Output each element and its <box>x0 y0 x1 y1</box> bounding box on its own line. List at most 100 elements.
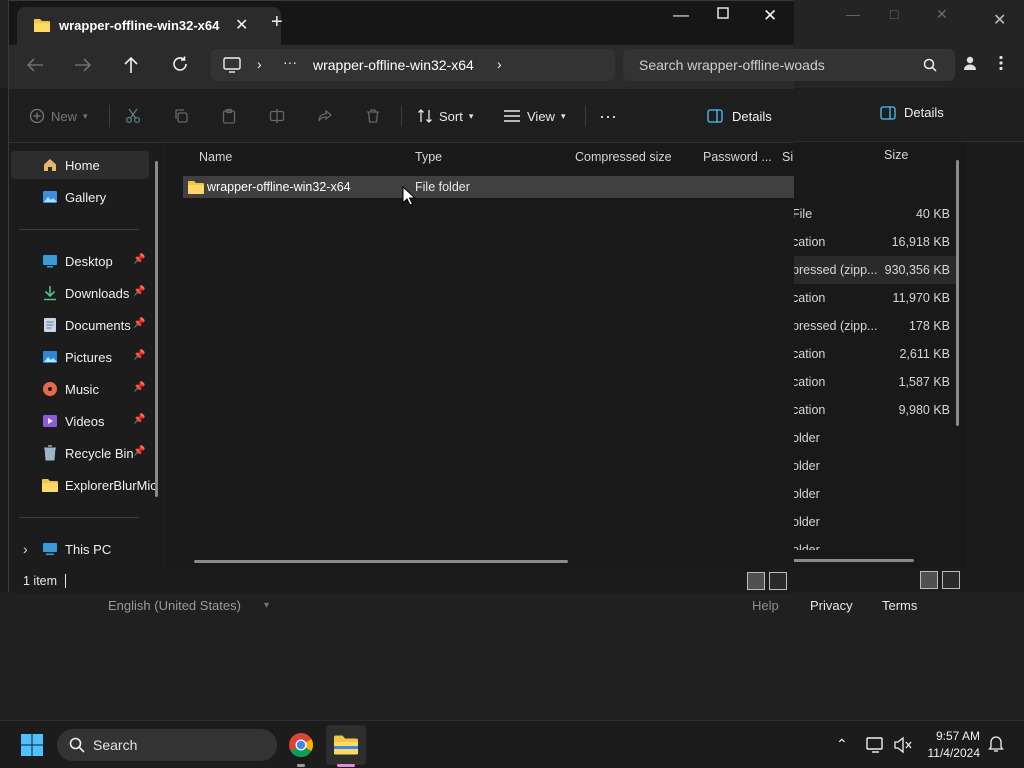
monitor-icon[interactable] <box>223 57 241 73</box>
volume-muted-icon[interactable] <box>893 736 913 754</box>
close-icon[interactable]: ✕ <box>936 6 948 23</box>
column-header-name[interactable]: Name <box>199 150 232 164</box>
taskbar-search-box[interactable]: Search <box>57 729 277 761</box>
table-row[interactable]: pressed (zipp... 178 KB <box>792 312 958 340</box>
table-row[interactable]: older <box>792 452 958 480</box>
sidebar-item-home[interactable]: Home <box>11 151 149 179</box>
table-row[interactable]: cation 16,918 KB <box>792 228 958 256</box>
sidebar-item-pictures[interactable]: Pictures 📌 <box>11 343 149 371</box>
column-header-password[interactable]: Password ... <box>703 150 772 164</box>
delete-icon[interactable] <box>365 89 381 143</box>
navigation-pane-scrollbar[interactable] <box>155 161 158 497</box>
breadcrumb-overflow[interactable]: ··· <box>283 54 297 70</box>
table-row[interactable]: cation 1,587 KB <box>792 368 958 396</box>
table-row[interactable]: cation 2,611 KB <box>792 340 958 368</box>
column-header-size[interactable]: Size <box>884 148 908 162</box>
account-icon[interactable] <box>962 55 978 71</box>
sidebar-item-recycle-bin[interactable]: Recycle Bin 📌 <box>11 439 149 467</box>
sidebar-item-documents[interactable]: Documents 📌 <box>11 311 149 339</box>
tiles-view-button[interactable] <box>942 571 960 589</box>
cut-icon[interactable] <box>125 89 141 143</box>
horizontal-scrollbar[interactable] <box>792 559 914 562</box>
column-header-compressed-size[interactable]: Compressed size <box>575 150 672 164</box>
rename-icon[interactable] <box>269 89 285 143</box>
app-running-indicator <box>297 764 305 767</box>
refresh-icon[interactable] <box>171 55 189 73</box>
notification-bell-icon[interactable] <box>988 735 1004 753</box>
copy-icon[interactable] <box>173 89 189 143</box>
table-row[interactable]: older <box>792 536 958 550</box>
paste-icon[interactable] <box>221 89 237 143</box>
search-box[interactable]: Search wrapper-offline-woads <box>623 49 955 81</box>
chrome-icon[interactable] <box>288 732 314 758</box>
sidebar-item-downloads[interactable]: Downloads 📌 <box>11 279 149 307</box>
pin-icon[interactable]: 📌 <box>133 254 145 265</box>
table-row[interactable]: older <box>792 480 958 508</box>
pin-icon[interactable]: 📌 <box>133 446 145 457</box>
tiles-view-button[interactable] <box>769 572 787 590</box>
breadcrumb-chevron-icon[interactable]: › <box>257 56 262 72</box>
tab-wrapper-offline[interactable]: wrapper-offline-win32-x64 ✕ <box>17 7 281 45</box>
horizontal-scrollbar[interactable] <box>194 560 568 563</box>
sidebar-item-music[interactable]: Music 📌 <box>11 375 149 403</box>
minimize-icon[interactable]: — <box>673 7 689 25</box>
chevron-right-icon[interactable]: › <box>23 541 28 557</box>
help-link[interactable]: Help <box>752 598 779 613</box>
chevron-up-icon[interactable]: ⌃ <box>836 736 848 753</box>
privacy-link[interactable]: Privacy <box>810 598 853 613</box>
clock-date[interactable]: 11/4/2024 <box>920 746 981 760</box>
sidebar-item-videos[interactable]: Videos 📌 <box>11 407 149 435</box>
clock-time[interactable]: 9:57 AM <box>928 729 980 743</box>
breadcrumb-current-folder[interactable]: wrapper-offline-win32-x64 <box>313 57 474 73</box>
back-arrow-icon[interactable] <box>25 56 45 74</box>
table-row[interactable]: File 40 KB <box>792 200 958 228</box>
sidebar-item-this-pc[interactable]: › This PC <box>11 535 149 563</box>
search-icon[interactable] <box>923 58 937 72</box>
pin-icon[interactable]: 📌 <box>133 350 145 361</box>
windows-start-icon[interactable] <box>20 733 44 757</box>
table-row[interactable]: pressed (zipp... 930,356 KB <box>792 256 958 284</box>
terms-link[interactable]: Terms <box>882 598 917 613</box>
close-window-icon[interactable]: ✕ <box>763 6 777 26</box>
details-view-button[interactable] <box>920 571 938 589</box>
pin-icon[interactable]: 📌 <box>133 318 145 329</box>
network-icon[interactable] <box>866 736 886 754</box>
pin-icon[interactable]: 📌 <box>133 382 145 393</box>
breadcrumb-chevron-icon[interactable]: › <box>497 56 502 72</box>
column-header-type[interactable]: Type <box>415 150 442 164</box>
language-selector[interactable]: English (United States) <box>108 598 241 613</box>
more-options-icon[interactable] <box>998 55 1004 71</box>
background-details-button[interactable]: Details <box>880 105 944 120</box>
details-button[interactable]: Details <box>707 89 772 143</box>
vertical-scrollbar[interactable] <box>956 160 959 426</box>
table-row[interactable]: cation 9,980 KB <box>792 396 958 424</box>
maximize-icon[interactable]: □ <box>890 6 898 22</box>
pin-icon[interactable]: 📌 <box>133 286 145 297</box>
close-icon[interactable]: ✕ <box>993 10 1006 30</box>
column-header-size-partial[interactable]: Si <box>782 150 794 164</box>
sidebar-item-desktop[interactable]: Desktop 📌 <box>11 247 149 275</box>
table-row[interactable]: older <box>792 424 958 452</box>
pin-icon[interactable]: 📌 <box>133 414 145 425</box>
background-status-bar <box>792 568 966 592</box>
search-input[interactable]: Search wrapper-offline-woads <box>639 57 825 73</box>
address-bar[interactable]: › ··· wrapper-offline-win32-x64 › <box>211 49 615 81</box>
sidebar-item-explorerblurmica[interactable]: ExplorerBlurMica <box>11 471 157 499</box>
more-options-button[interactable]: ··· <box>599 89 617 143</box>
new-button[interactable]: New ▾ <box>29 89 88 143</box>
close-tab-icon[interactable]: ✕ <box>235 15 248 35</box>
sidebar-item-gallery[interactable]: Gallery <box>11 183 149 211</box>
view-button[interactable]: View ▾ <box>503 89 565 143</box>
maximize-icon[interactable] <box>717 7 729 19</box>
share-icon[interactable] <box>317 89 333 143</box>
sort-button[interactable]: Sort ▾ <box>417 89 473 143</box>
new-tab-icon[interactable]: + <box>271 11 283 34</box>
table-row[interactable]: older <box>792 508 958 536</box>
file-name[interactable]: wrapper-offline-win32-x64 <box>207 180 351 194</box>
details-view-button[interactable] <box>747 572 765 590</box>
up-arrow-icon[interactable] <box>122 55 140 75</box>
table-row[interactable]: cation 11,970 KB <box>792 284 958 312</box>
item-count: 1 item <box>23 574 58 588</box>
minimize-icon[interactable]: — <box>846 6 860 22</box>
forward-arrow-icon[interactable] <box>73 56 93 74</box>
